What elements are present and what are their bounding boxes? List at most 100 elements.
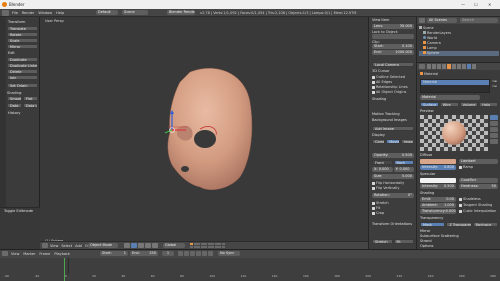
next-key-icon[interactable] [202, 251, 207, 256]
texture-tab-icon[interactable] [472, 64, 476, 69]
size-field[interactable]: Size: 5.000 [372, 174, 414, 179]
transform-orientations-header[interactable]: Transform Orientations [370, 222, 416, 227]
all-origins-check[interactable]: All Object Origins [372, 90, 414, 95]
current-frame-field[interactable]: 1 [162, 251, 174, 256]
specular-color-swatch[interactable] [420, 178, 456, 183]
remove-slot-button[interactable]: − [491, 84, 498, 88]
specular-shader-selector[interactable]: CookTorr [459, 178, 498, 183]
shading-solid-icon[interactable] [124, 243, 130, 248]
display-header[interactable]: Display [370, 133, 416, 138]
jump-start-icon[interactable] [178, 251, 183, 256]
material-tab-icon[interactable] [467, 64, 471, 69]
rotate-manip-icon[interactable] [152, 243, 158, 248]
set-origin-button[interactable]: Set Origin [7, 83, 38, 88]
edit-panel-header[interactable]: Edit [6, 51, 40, 56]
preview-hair-icon[interactable] [490, 133, 498, 138]
add-menu[interactable]: Add [75, 244, 82, 248]
diffuse-panel-header[interactable]: Diffuse [418, 153, 500, 158]
camera-button[interactable]: Camera [372, 139, 386, 144]
maximize-button[interactable]: ☐ [474, 2, 478, 7]
3d-viewport[interactable]: User Persp (1) Sphere [40, 17, 368, 249]
clip-start-field[interactable]: Start: 0.100 [372, 44, 414, 49]
data-button[interactable]: Data [7, 103, 22, 108]
flat-button[interactable]: Flat [23, 96, 38, 101]
join-button[interactable]: Join [7, 75, 38, 80]
play-reverse-icon[interactable] [190, 251, 195, 256]
timeline-playback-menu[interactable]: Playback [54, 252, 70, 256]
scene-tab-icon[interactable] [437, 64, 441, 69]
translate-manip-icon[interactable] [145, 243, 151, 248]
material-name-field[interactable]: Material [420, 95, 480, 100]
timeline-marker-menu[interactable]: Marker [23, 252, 35, 256]
start-frame-field[interactable]: Start: 1 [100, 251, 128, 256]
select-menu[interactable]: Select [61, 244, 72, 248]
mirror-button[interactable]: Mirror [7, 44, 38, 49]
preview-cube-icon[interactable] [490, 121, 498, 126]
emit-field[interactable]: Emit: 0.00 [420, 197, 456, 202]
data-tab-icon[interactable] [462, 64, 466, 69]
preview-world-icon[interactable] [490, 139, 498, 144]
tab-surface[interactable]: Surface [420, 102, 439, 107]
face-mask-mesh[interactable] [40, 17, 368, 249]
menu-file[interactable]: File [12, 11, 18, 15]
prev-key-icon[interactable] [184, 251, 189, 256]
jump-end-icon[interactable] [208, 251, 213, 256]
cursor-panel-header[interactable]: 3D Cursor [370, 69, 416, 74]
hardness-field[interactable]: Hardness: 50 [459, 184, 498, 189]
tab-volume[interactable]: Volume [459, 102, 479, 107]
layout-selector[interactable]: Default [96, 10, 118, 15]
layers-tab-icon[interactable] [432, 64, 436, 69]
duplicate-linked-button[interactable]: Duplicate Linked [7, 63, 38, 68]
preview-monkey-icon[interactable] [490, 127, 498, 132]
shading-props-header[interactable]: Shading [418, 191, 500, 196]
preview-panel-header[interactable]: Preview [418, 109, 500, 114]
play-icon[interactable] [196, 251, 201, 256]
sync-selector[interactable]: No Sync [218, 251, 240, 256]
diffuse-intensity-field[interactable]: Intensity: 0.800 [420, 165, 456, 170]
offset-x-field[interactable]: X: 0.000 [372, 167, 393, 172]
mode-selector[interactable]: Object Mode [88, 243, 118, 248]
image-button[interactable]: Image [400, 139, 414, 144]
fit-button[interactable]: Fit [393, 239, 414, 244]
crop-check[interactable]: Crop [372, 211, 414, 216]
properties-editor-icon[interactable] [419, 64, 425, 69]
ambient-field[interactable]: Ambient: 1.000 [420, 203, 456, 208]
timeline-view-menu[interactable]: View [11, 252, 19, 256]
lens-field[interactable]: Lens: 35.000 [372, 24, 414, 29]
scene-selector[interactable]: Scene [122, 10, 148, 15]
timeline-frame-menu[interactable]: Frame [39, 252, 50, 256]
z-transparency-button[interactable]: Z Transparency [446, 222, 472, 227]
world-tab-icon[interactable] [442, 64, 446, 69]
object-tab-icon[interactable] [447, 64, 451, 69]
stretch-button[interactable]: Stretch [372, 239, 393, 244]
editor-type-icon[interactable] [2, 10, 9, 16]
tree-item-sphere[interactable]: Sphere [419, 51, 499, 56]
viewport-editor-icon[interactable] [42, 243, 48, 248]
manipulator-icon[interactable] [138, 243, 144, 248]
pivot-icon[interactable] [131, 243, 137, 248]
view-menu[interactable]: View [50, 244, 58, 248]
menu-window[interactable]: Window [38, 11, 52, 15]
rotate-button[interactable]: Rotate [7, 32, 38, 37]
add-image-button[interactable]: Add Image [372, 126, 414, 131]
flip-vertical-check[interactable]: Flip Vertically [372, 186, 414, 191]
view-panel-header[interactable]: View Item [370, 18, 416, 23]
rotation-field[interactable]: Rotation: 0° [372, 193, 414, 198]
data-layout-button[interactable]: Data Layout [23, 103, 38, 108]
mask-button[interactable]: Mask [420, 222, 446, 227]
modifiers-tab-icon[interactable] [457, 64, 461, 69]
tab-halo[interactable]: Halo [479, 102, 498, 107]
nshading-panel-header[interactable]: Shading [370, 97, 416, 102]
opacity-field[interactable]: Opacity: 0.500 [372, 153, 414, 158]
transform-panel-header[interactable]: Transform [6, 20, 40, 25]
smooth-button[interactable]: Smooth [7, 96, 22, 101]
transform-orientation-selector[interactable]: Global [163, 243, 185, 248]
local-camera-toggle[interactable]: Local Camera [372, 62, 414, 67]
material-slots-list[interactable]: Material [420, 79, 490, 93]
back-button[interactable]: Back [393, 160, 414, 165]
motion-tracking-header[interactable]: Motion Tracking [370, 112, 416, 117]
outliner-search-input[interactable]: Search [460, 18, 498, 23]
add-slot-button[interactable]: + [491, 79, 498, 83]
front-button[interactable]: Front [372, 160, 393, 165]
preview-sphere-icon[interactable] [490, 115, 498, 120]
